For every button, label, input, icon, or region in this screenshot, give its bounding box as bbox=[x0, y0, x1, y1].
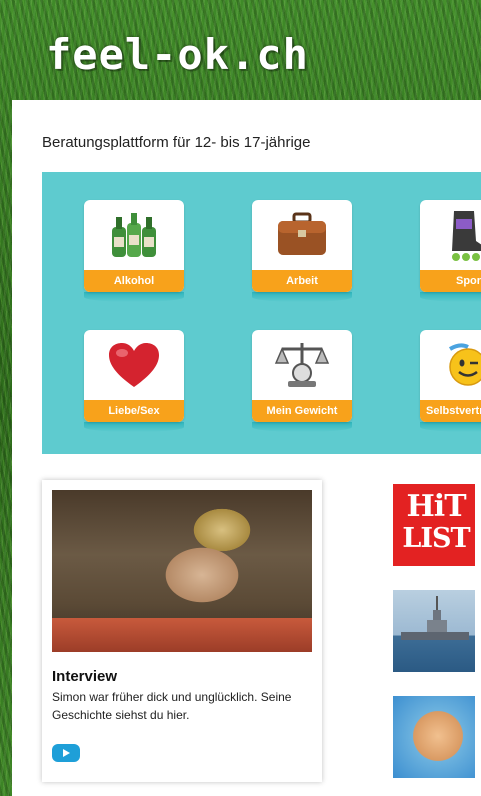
briefcase-icon bbox=[252, 204, 352, 266]
main-content: Beratungsplattform für 12- bis 17-jährig… bbox=[12, 100, 481, 796]
hitlist-text-1: HiT bbox=[406, 489, 466, 524]
topic-label: Selbstvertrauen bbox=[420, 400, 481, 422]
topic-tile-arbeit[interactable]: Arbeit bbox=[252, 200, 352, 302]
interview-description: Simon war früher dick und unglücklich. S… bbox=[52, 690, 292, 722]
ship-image bbox=[401, 596, 469, 640]
tagline: Beratungsplattform für 12- bis 17-jährig… bbox=[42, 134, 311, 151]
inline-skate-icon bbox=[420, 204, 481, 266]
topic-tile-sport[interactable]: Sport bbox=[420, 200, 481, 302]
hitlist-thumb[interactable]: HiT LIST bbox=[393, 484, 475, 566]
topic-label: Alkohol bbox=[84, 270, 184, 292]
play-button[interactable] bbox=[52, 744, 80, 762]
topic-label: Mein Gewicht bbox=[252, 400, 352, 422]
interview-thumbnail[interactable] bbox=[52, 490, 312, 652]
topic-label: Sport bbox=[420, 270, 481, 292]
ship-thumb[interactable] bbox=[393, 590, 475, 672]
topic-tile-mein-gewicht[interactable]: Mein Gewicht bbox=[252, 330, 352, 432]
play-icon bbox=[63, 749, 70, 757]
topic-label: Arbeit bbox=[252, 270, 352, 292]
topic-tile-alkohol[interactable]: Alkohol bbox=[84, 200, 184, 302]
topic-panel: Alkohol Arbeit Spor Liebe/Sex Mein Gewic… bbox=[42, 172, 481, 454]
header: feel-ok.ch bbox=[0, 0, 481, 100]
smiley-icon bbox=[420, 334, 481, 396]
heart-icon bbox=[84, 334, 184, 396]
interview-card[interactable]: Interview Simon war früher dick und ungl… bbox=[42, 480, 322, 782]
interview-title: Interview bbox=[52, 668, 118, 685]
hitlist-text-2: LIST bbox=[402, 523, 470, 554]
site-logo[interactable]: feel-ok.ch bbox=[46, 30, 309, 79]
bottles-icon bbox=[84, 204, 184, 266]
topic-label: Liebe/Sex bbox=[84, 400, 184, 422]
topic-tile-selbstvertrauen[interactable]: Selbstvertrauen bbox=[420, 330, 481, 432]
hands-thumb[interactable] bbox=[393, 696, 475, 778]
scale-icon bbox=[252, 334, 352, 396]
topic-tile-liebe-sex[interactable]: Liebe/Sex bbox=[84, 330, 184, 432]
